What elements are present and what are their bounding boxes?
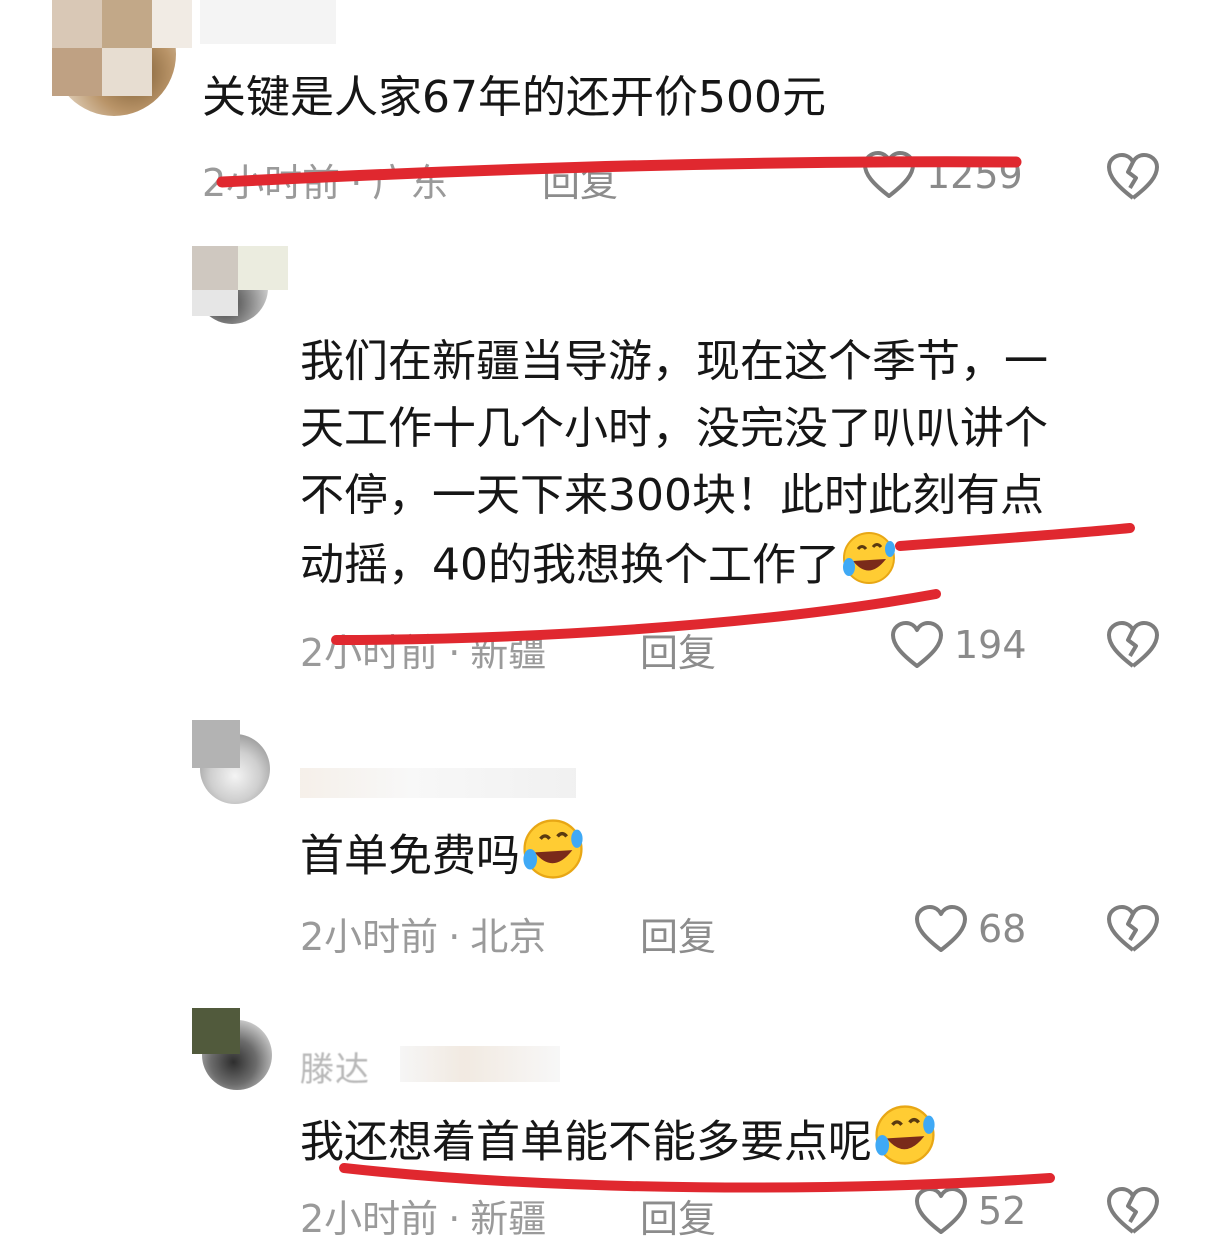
dislike-button[interactable] [1106,1186,1160,1236]
broken-heart-icon [1106,904,1160,954]
avatar-mosaic [192,720,240,768]
comment-line: 天工作十几个小时，没完没了叭叭讲个 [300,403,1048,454]
dislike-button[interactable] [1106,620,1160,670]
heart-outline-icon [862,150,916,200]
comment-location: 新疆 [470,1197,547,1241]
comment-meta: 2小时前 · 新疆 [300,631,547,675]
comment-location: 广东 [372,161,449,205]
like-button[interactable]: 1259 [862,150,1023,200]
username-mosaic [200,0,336,44]
comment-line: 不停，一天下来300块！此时此刻有点 [300,470,1044,521]
reply-button[interactable]: 回复 [640,906,716,961]
heart-outline-icon [890,620,944,670]
comment-time: 2小时前 [300,631,439,675]
rolling-on-floor-laughing-emoji [520,816,586,901]
username-mosaic [300,768,576,798]
like-count: 194 [954,623,1027,667]
comment-text: 我还想着首单能不能多要点呢 [300,1102,938,1187]
comment-time: 2小时前 [300,915,439,959]
dislike-button[interactable] [1106,152,1160,202]
reply-button[interactable]: 回复 [640,1188,716,1243]
like-button[interactable]: 68 [914,904,1026,954]
rolling-on-floor-laughing-emoji [840,529,898,606]
comment-line: 我们在新疆当导游，现在这个季节，一 [300,336,1048,387]
broken-heart-icon [1106,1186,1160,1236]
reply-button[interactable]: 回复 [640,622,716,677]
broken-heart-icon [1106,620,1160,670]
comment-text: 我们在新疆当导游，现在这个季节，一 天工作十几个小时，没完没了叭叭讲个 不停，一… [300,328,1048,606]
dislike-button[interactable] [1106,904,1160,954]
like-count: 52 [978,1189,1027,1233]
like-button[interactable]: 52 [914,1186,1026,1236]
comment-meta: 2小时前 · 新疆 [300,1197,547,1241]
heart-outline-icon [914,904,968,954]
avatar-mosaic [52,0,192,96]
username-mosaic [400,1046,560,1082]
like-button[interactable]: 194 [890,620,1027,670]
comment-text: 首单免费吗 [300,816,586,901]
rolling-on-floor-laughing-emoji [872,1102,938,1187]
reply-button[interactable]: 回复 [542,152,618,207]
comment-location: 新疆 [470,631,547,675]
broken-heart-icon [1106,152,1160,202]
avatar-mosaic [192,246,288,316]
comment-time: 2小时前 [300,1197,439,1241]
comment-time: 2小时前 [202,161,341,205]
comment-meta: 2小时前 · 北京 [300,915,547,959]
avatar-mosaic [192,1008,240,1054]
username[interactable]: 滕达 [300,1042,370,1091]
comment-location: 北京 [470,915,547,959]
heart-outline-icon [914,1186,968,1236]
comment-line: 动摇，40的我想换个工作了 [300,529,1048,606]
comment-meta: 2小时前 · 广东 [202,161,449,205]
like-count: 1259 [926,153,1023,197]
like-count: 68 [978,907,1027,951]
comment-text: 关键是人家67年的还开价500元 [202,72,826,123]
